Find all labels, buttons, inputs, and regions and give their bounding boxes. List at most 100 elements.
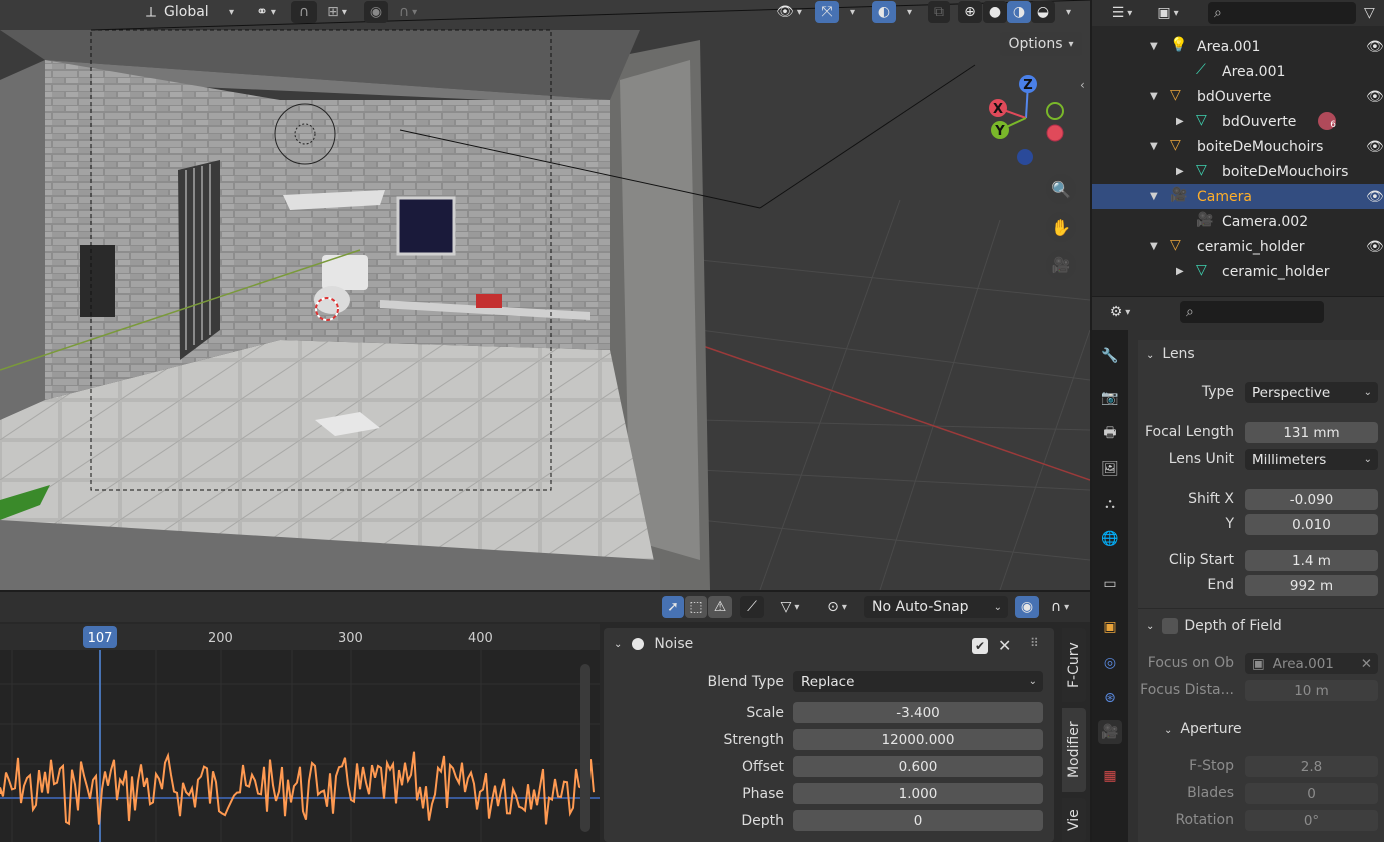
tab-view[interactable]: Vie	[1062, 798, 1086, 842]
tab-scene[interactable]: ⛬	[1098, 492, 1122, 516]
expand-arrow-icon[interactable]: ▼	[1150, 41, 1158, 52]
outliner-row[interactable]: ▼ ▽ bdOuverte 👁	[1092, 84, 1384, 109]
tab-object-data[interactable]: 🎥	[1098, 720, 1122, 744]
editor-type-dropdown[interactable]: ☰ ▾	[1104, 2, 1140, 24]
visibility-dropdown[interactable]: 👁 ▾	[770, 1, 808, 23]
shift-y-field[interactable]: 0.010	[1245, 514, 1378, 535]
dof-panel-header[interactable]: ⌄ Depth of Field	[1146, 618, 1282, 634]
tab-output[interactable]: 🖶	[1098, 422, 1122, 446]
blades-field[interactable]: 0	[1245, 783, 1378, 804]
clip-end-field[interactable]: 992 m	[1245, 575, 1378, 596]
tab-view-layer[interactable]: 🖼	[1098, 457, 1122, 481]
tab-world[interactable]: 🌐	[1098, 527, 1122, 551]
offset-field[interactable]: 0.600	[793, 756, 1043, 777]
proportional-editing-toggle[interactable]: ◉	[364, 1, 388, 23]
tab-constraints[interactable]: ⊛	[1098, 686, 1122, 710]
focus-distance-field[interactable]: 10 m	[1245, 680, 1378, 701]
overlays-dropdown[interactable]: ▾	[897, 1, 919, 23]
display-mode-dropdown[interactable]: ▣ ▾	[1150, 2, 1186, 24]
tab-render[interactable]: 📷	[1098, 386, 1122, 410]
proportional-editing-toggle[interactable]: ◉	[1015, 596, 1039, 618]
material-preview-button[interactable]: ◑	[1007, 1, 1031, 23]
expand-arrow-icon[interactable]: ▼	[1150, 141, 1158, 152]
expand-arrow-icon[interactable]: ▼	[1150, 191, 1158, 202]
shading-dropdown[interactable]: ▾	[1056, 1, 1078, 23]
transform-orientation-dropdown[interactable]: ⟂ Global ▾	[140, 1, 238, 23]
outliner-row[interactable]: ▶ ▽ bdOuverte 6	[1092, 109, 1384, 134]
shift-x-field[interactable]: -0.090	[1245, 489, 1378, 510]
modifier-delete-button[interactable]: ✕	[998, 636, 1011, 655]
depth-field[interactable]: 0	[793, 810, 1043, 831]
normalize-toggle[interactable]: ⟋	[740, 596, 764, 618]
snap-toggle[interactable]: ∩	[291, 1, 317, 23]
tab-texture[interactable]: ▦	[1098, 764, 1122, 788]
material-badge-icon[interactable]: 6	[1318, 112, 1336, 130]
fstop-field[interactable]: 2.8	[1245, 756, 1378, 777]
outliner-row[interactable]: ▶ ▽ ceramic_holder	[1092, 259, 1384, 284]
gizmo-dropdown[interactable]: ▾	[840, 1, 862, 23]
tab-collection[interactable]: ▭	[1098, 572, 1122, 596]
tab-modifiers[interactable]: Modifier	[1062, 708, 1086, 792]
wireframe-shading-button[interactable]: ⊕	[958, 1, 982, 23]
tab-fcurve[interactable]: F-Curv	[1062, 628, 1086, 702]
pan-button[interactable]: ✋	[1046, 212, 1076, 242]
tab-tool[interactable]: 🔧	[1098, 344, 1122, 368]
blend-type-dropdown[interactable]: Replace ⌄	[793, 671, 1043, 692]
lens-panel-header[interactable]: ⌄ Lens	[1146, 346, 1195, 362]
gizmo-toggle[interactable]: ⤧	[815, 1, 839, 23]
only-selected-toggle[interactable]: ➚	[662, 596, 684, 618]
filter-dropdown[interactable]: ▽ ▾	[772, 596, 808, 618]
outliner-row[interactable]: ▼ ▽ ceramic_holder 👁	[1092, 234, 1384, 259]
phase-field[interactable]: 1.000	[793, 783, 1043, 804]
focal-length-field[interactable]: 131 mm	[1245, 422, 1378, 443]
eye-icon[interactable]: 👁	[1366, 89, 1384, 105]
strength-field[interactable]: 12000.000	[793, 729, 1043, 750]
sidebar-toggle-icon[interactable]: ‹	[1080, 78, 1085, 92]
camera-view-button[interactable]: 🎥	[1046, 250, 1076, 280]
properties-search-input[interactable]: ⌕	[1180, 301, 1324, 323]
rendered-shading-button[interactable]: ◒	[1031, 1, 1055, 23]
eye-icon[interactable]: 👁	[1366, 239, 1384, 255]
clip-start-field[interactable]: 1.4 m	[1245, 550, 1378, 571]
drag-handle-icon[interactable]: ⠿	[1030, 636, 1039, 650]
modifier-header[interactable]: ⌄ Noise	[614, 636, 693, 652]
expand-arrow-icon[interactable]: ▼	[1150, 91, 1158, 102]
modifier-enable-checkbox[interactable]: ✔	[972, 638, 988, 654]
3d-viewport[interactable]: ⟂ Global ▾ ⚭ ▾ ∩ ⊞ ▾ ◉ ∩ ▾ 👁 ▾ ⤧ ▾ ◐ ▾ ⧉…	[0, 0, 1090, 590]
outliner-row[interactable]: ▼ 💡 Area.001 👁	[1092, 34, 1384, 59]
tab-physics[interactable]: ◎	[1098, 651, 1122, 675]
snap-target-dropdown[interactable]: ⊞ ▾	[318, 1, 356, 23]
outliner-row[interactable]: 🎥 Camera.002	[1092, 209, 1384, 234]
only-errors-toggle[interactable]: ⚠	[708, 596, 732, 618]
collapse-arrow-icon[interactable]: ▶	[1176, 166, 1184, 177]
show-hidden-toggle[interactable]: ⬚	[685, 596, 707, 618]
tab-object[interactable]: ▣	[1098, 615, 1122, 639]
outliner-row[interactable]: ▼ ▽ boiteDeMouchoirs 👁	[1092, 134, 1384, 159]
lens-unit-dropdown[interactable]: Millimeters ⌄	[1245, 449, 1378, 470]
close-icon[interactable]: ✕	[1361, 656, 1372, 672]
options-dropdown[interactable]: Options ▾	[1000, 32, 1082, 56]
falloff-dropdown[interactable]: ∩ ▾	[390, 1, 426, 23]
xray-toggle[interactable]: ⧉	[928, 1, 950, 23]
solid-shading-button[interactable]: ●	[983, 1, 1007, 23]
collapse-arrow-icon[interactable]: ▶	[1176, 116, 1184, 127]
eye-icon[interactable]: 👁	[1366, 189, 1384, 205]
collapse-arrow-icon[interactable]: ▶	[1176, 266, 1184, 277]
navigation-gizmo[interactable]: Z X Y	[980, 70, 1080, 170]
outliner-row[interactable]: ⟋ Area.001	[1092, 59, 1384, 84]
auto-snap-dropdown[interactable]: No Auto-Snap ⌄	[864, 596, 1008, 618]
filter-button[interactable]: ▽	[1364, 2, 1384, 24]
falloff-dropdown[interactable]: ∩ ▾	[1041, 596, 1079, 618]
dof-checkbox[interactable]	[1162, 618, 1179, 634]
eye-icon[interactable]: 👁	[1366, 39, 1384, 55]
pivot-dropdown[interactable]: ⊙ ▾	[818, 596, 856, 618]
scale-field[interactable]: -3.400	[793, 702, 1043, 723]
lens-type-dropdown[interactable]: Perspective ⌄	[1245, 382, 1378, 403]
rotation-field[interactable]: 0°	[1245, 810, 1378, 831]
outliner-row[interactable]: ▶ ▽ boiteDeMouchoirs	[1092, 159, 1384, 184]
outliner-row[interactable]: ▼ 🎥 Camera 👁	[1092, 184, 1384, 209]
focus-object-field[interactable]: ▣ Area.001 ✕	[1245, 653, 1378, 674]
aperture-panel-header[interactable]: ⌄ Aperture	[1164, 721, 1242, 737]
overlays-toggle[interactable]: ◐	[872, 1, 896, 23]
outliner-search-input[interactable]: ⌕	[1208, 2, 1356, 24]
